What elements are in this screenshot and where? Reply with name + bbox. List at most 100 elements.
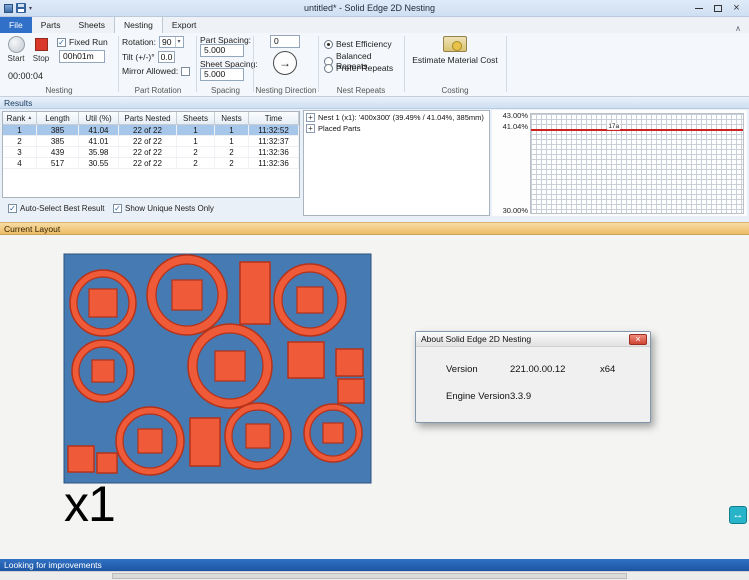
maximize-icon xyxy=(714,5,722,12)
tab-sheets[interactable]: Sheets xyxy=(70,17,114,33)
chart-line-label: 17a xyxy=(607,123,620,130)
nest-tree: + Nest 1 (x1): '400x300' (39.49% / 41.04… xyxy=(303,110,490,216)
column-header-length[interactable]: Length xyxy=(37,112,79,125)
tab-file[interactable]: File xyxy=(0,17,32,33)
group-divider xyxy=(253,36,254,92)
ribbon-group-costing: Estimate Material Cost Costing xyxy=(406,33,504,96)
table-cell: 11:32:36 xyxy=(249,147,299,157)
ribbon-group-part-rotation: Rotation: 90▾ Tilt (+/-)° 0.0 Mirror All… xyxy=(120,33,196,96)
column-header-sheets[interactable]: Sheets xyxy=(177,112,215,125)
table-cell: 1 xyxy=(177,125,215,135)
table-cell: 1 xyxy=(215,125,249,135)
results-table: Rank▲ Length Util (%) Parts Nested Sheet… xyxy=(2,111,300,198)
group-label-nesting: Nesting xyxy=(2,86,116,95)
group-divider xyxy=(404,36,405,92)
expand-icon[interactable]: + xyxy=(306,113,315,122)
sort-icon: ▲ xyxy=(27,115,32,121)
start-button[interactable]: Start xyxy=(4,36,28,63)
quick-access-dropdown-icon[interactable]: ▾ xyxy=(29,5,32,12)
maximize-button[interactable] xyxy=(711,3,724,14)
column-header-time[interactable]: Time xyxy=(249,112,299,125)
nesting-direction-button[interactable]: → xyxy=(273,51,297,75)
group-label-nesting-direction: Nesting Direction xyxy=(255,86,317,95)
chart-y-label: 30.00% xyxy=(492,206,528,215)
save-icon[interactable] xyxy=(16,3,26,13)
column-header-rank[interactable]: Rank▲ xyxy=(3,112,37,125)
table-cell: 22 of 22 xyxy=(119,147,177,157)
table-cell: 41.04 xyxy=(79,125,119,135)
group-divider xyxy=(506,36,507,92)
version-label: Version xyxy=(446,364,510,375)
minimize-button[interactable] xyxy=(692,3,705,14)
ribbon-collapse-icon[interactable]: ∧ xyxy=(735,24,749,33)
column-header-nests[interactable]: Nests xyxy=(215,112,249,125)
table-row[interactable]: 451730.5522 of 222211:32:36 xyxy=(3,158,299,169)
stop-button[interactable]: Stop xyxy=(29,36,53,63)
table-cell: 2 xyxy=(177,158,215,168)
table-cell: 385 xyxy=(37,125,79,135)
table-cell: 2 xyxy=(215,147,249,157)
horizontal-scrollbar[interactable] xyxy=(0,571,749,580)
direction-angle-input[interactable]: 0 xyxy=(270,35,300,48)
show-unique-nests-checkbox[interactable]: ✓ Show Unique Nests Only xyxy=(113,204,214,213)
radio-prefer-repeats[interactable]: Prefer Repeats xyxy=(324,63,393,73)
column-header-util[interactable]: Util (%) xyxy=(79,112,119,125)
ribbon-tab-row: File Parts Sheets Nesting Export ∧ xyxy=(0,17,749,33)
tree-item-placed-parts[interactable]: + Placed Parts xyxy=(305,123,488,134)
table-cell: 22 of 22 xyxy=(119,125,177,135)
table-cell: 1 xyxy=(3,125,37,135)
radio-selected-icon xyxy=(324,40,333,49)
group-label-spacing: Spacing xyxy=(198,86,253,95)
results-header: Results xyxy=(0,97,749,109)
column-label: Util (%) xyxy=(85,114,111,123)
app-icon xyxy=(4,4,13,13)
chart-y-label: 43.00% xyxy=(492,111,528,120)
expand-icon[interactable]: + xyxy=(306,124,315,133)
tree-item-nest[interactable]: + Nest 1 (x1): '400x300' (39.49% / 41.04… xyxy=(305,112,488,123)
radio-best-efficiency[interactable]: Best Efficiency xyxy=(324,39,392,49)
about-close-button[interactable]: × xyxy=(629,334,647,345)
table-row[interactable]: 138541.0422 of 221111:32:52 xyxy=(3,125,299,136)
table-row[interactable]: 343935.9822 of 222211:32:36 xyxy=(3,147,299,158)
column-header-parts-nested[interactable]: Parts Nested xyxy=(119,112,177,125)
about-dialog-titlebar[interactable]: About Solid Edge 2D Nesting × xyxy=(416,332,650,347)
table-header-row: Rank▲ Length Util (%) Parts Nested Sheet… xyxy=(3,112,299,125)
rotation-value: 90 xyxy=(162,37,171,47)
sheet-spacing-input[interactable]: 5.000 xyxy=(200,68,244,81)
rotation-dropdown[interactable]: 90▾ xyxy=(159,36,183,48)
tree-item-label: Nest 1 (x1): '400x300' (39.49% / 41.04%,… xyxy=(318,113,484,122)
auto-select-best-result-checkbox[interactable]: ✓ Auto-Select Best Result xyxy=(8,204,104,213)
fixed-run-checkbox[interactable]: ✓ Fixed Run xyxy=(57,37,108,47)
table-cell: 11:32:37 xyxy=(249,136,299,146)
part-spacing-input[interactable]: 5.000 xyxy=(200,44,244,57)
group-divider xyxy=(118,36,119,92)
table-row[interactable]: 238541.0122 of 221111:32:37 xyxy=(3,136,299,147)
quantity-label: x1 xyxy=(64,479,115,529)
chart-best-line xyxy=(531,129,743,131)
mirror-allowed-checkbox[interactable] xyxy=(181,67,190,76)
scrollbar-thumb[interactable] xyxy=(112,573,627,579)
tab-nesting[interactable]: Nesting xyxy=(114,16,163,33)
fit-view-button[interactable]: ↔ xyxy=(729,506,747,524)
group-label-part-rotation: Part Rotation xyxy=(120,86,196,95)
run-time-input[interactable]: 00h01m xyxy=(59,50,105,63)
platform-value: x64 xyxy=(600,364,615,375)
column-label: Parts Nested xyxy=(124,114,170,123)
chart-y-label: 41.04% xyxy=(492,122,528,131)
tab-parts[interactable]: Parts xyxy=(32,17,70,33)
prefer-repeats-label: Prefer Repeats xyxy=(336,63,393,73)
close-button[interactable]: × xyxy=(730,3,743,14)
results-panel: Results Rank▲ Length Util (%) Parts Nest… xyxy=(0,97,749,222)
tilt-label: Tilt (+/-)° xyxy=(122,52,155,62)
tilt-input[interactable]: 0.0 xyxy=(158,51,176,63)
status-text: Looking for improvements xyxy=(4,560,102,570)
close-icon: × xyxy=(733,3,739,13)
money-icon xyxy=(443,36,467,52)
tab-export[interactable]: Export xyxy=(163,17,206,33)
ribbon-group-nesting-direction: 0 → Nesting Direction xyxy=(255,33,317,96)
table-cell: 2 xyxy=(177,147,215,157)
group-label-nest-repeats: Nest Repeats xyxy=(320,86,402,95)
estimate-material-cost-button[interactable]: Estimate Material Cost xyxy=(406,36,504,65)
elapsed-time: 00:00:04 xyxy=(8,71,43,81)
show-unique-label: Show Unique Nests Only xyxy=(125,204,214,213)
